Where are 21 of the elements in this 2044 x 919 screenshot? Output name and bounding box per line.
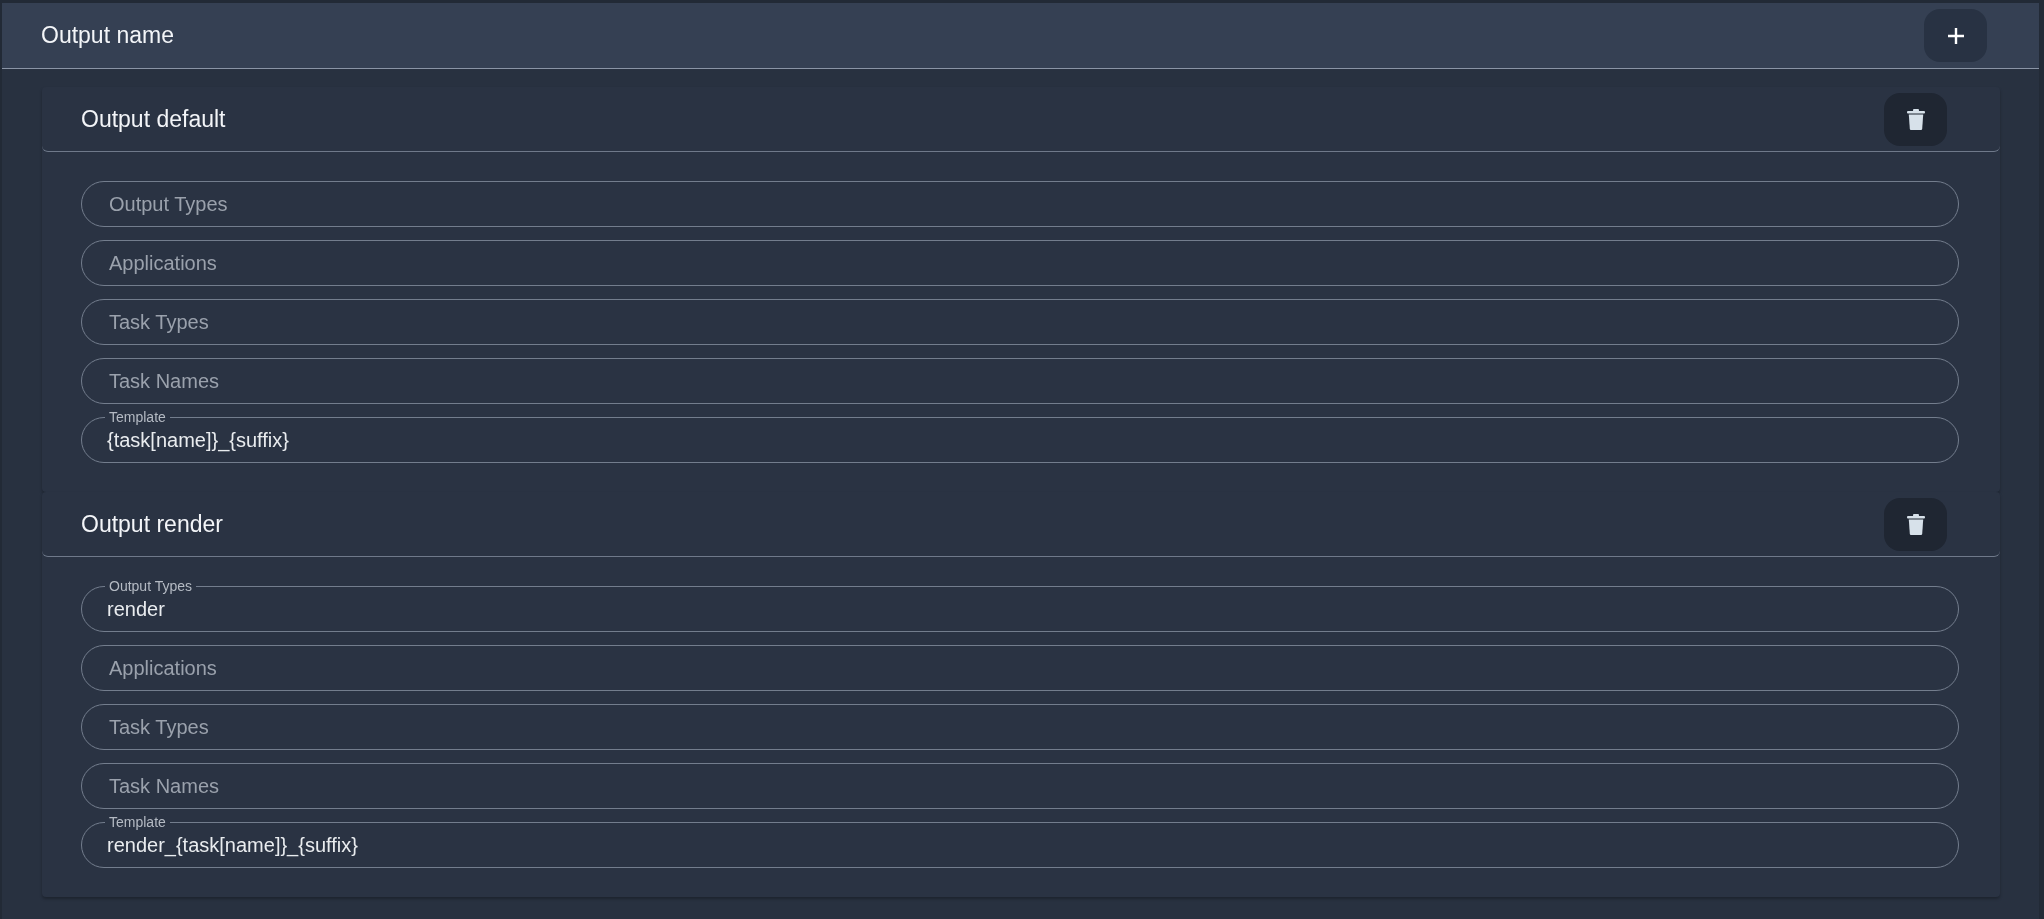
field-label: Task Types [109,310,210,334]
field-label: Template [108,410,167,424]
field-label: Applications [109,251,218,275]
delete-button[interactable] [1884,497,1947,551]
field-label: Applications [109,656,218,680]
field-label: Task Names [109,369,221,393]
plus-icon [1947,27,1964,44]
field-label: Template [108,815,167,829]
panel-title: Output name [41,22,174,49]
field-label: Output Types [109,192,229,216]
field-value: render_{task[name]}_{suffix} [107,833,359,857]
field-value: render [107,597,166,621]
field-label: Task Types [109,715,210,739]
field-value: {task[name]}_{suffix} [107,428,290,452]
section-title: Output render [81,510,223,538]
field-label: Output Types [108,579,193,593]
section-title: Output default [81,105,226,133]
field-label: Task Names [109,774,221,798]
trash-icon [1906,108,1925,130]
delete-button[interactable] [1884,92,1947,146]
trash-icon [1906,513,1925,535]
